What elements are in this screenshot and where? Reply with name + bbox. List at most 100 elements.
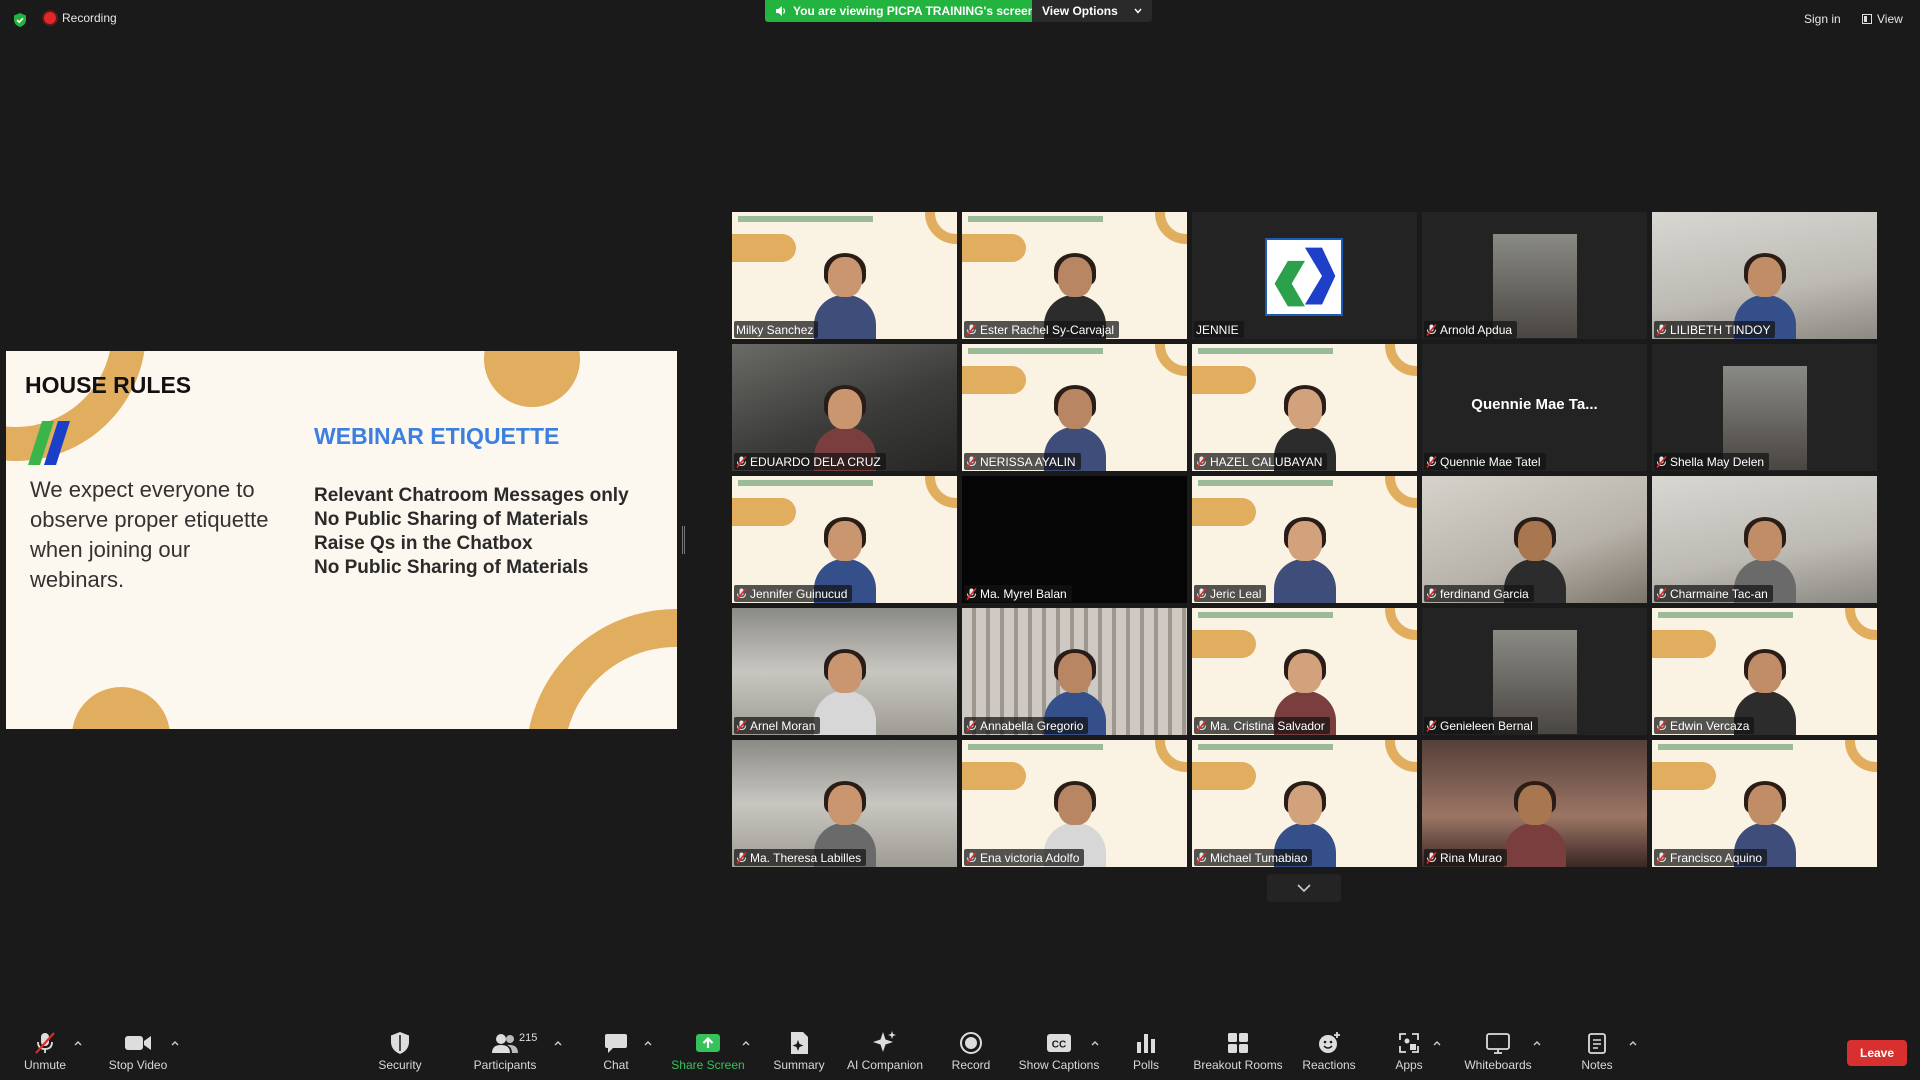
participant-tile[interactable]: Rina Murao xyxy=(1422,740,1647,867)
participant-tile[interactable]: Jennifer Guinucud xyxy=(732,476,957,603)
participant-tile[interactable]: Michael Tumabiao xyxy=(1192,740,1417,867)
view-layout-icon xyxy=(1862,14,1872,24)
participants-button[interactable]: 215 Participants xyxy=(460,1030,550,1072)
participant-tile[interactable]: EDUARDO DELA CRUZ xyxy=(732,344,957,471)
participant-video xyxy=(1273,517,1336,603)
participant-name: Edwin Vercaza xyxy=(1670,718,1750,733)
participant-tile[interactable]: Arnold Apdua xyxy=(1422,212,1647,339)
chat-caret-icon[interactable] xyxy=(643,1038,653,1048)
participant-tile[interactable]: Jeric Leal xyxy=(1192,476,1417,603)
speaker-icon xyxy=(776,6,786,16)
participant-name-tag: Ester Rachel Sy-Carvajal xyxy=(964,321,1120,338)
participant-name-tag: Annabella Gregorio xyxy=(964,717,1089,734)
reactions-smiley-icon xyxy=(1319,1032,1340,1053)
participant-tile[interactable]: Arnel Moran xyxy=(732,608,957,735)
captions-caret-icon[interactable] xyxy=(1090,1038,1100,1048)
record-button[interactable]: Record xyxy=(926,1030,1016,1072)
unmute-button[interactable]: Unmute xyxy=(0,1030,90,1072)
video-options-caret-icon[interactable] xyxy=(170,1038,180,1048)
share-screen-button[interactable]: Share Screen xyxy=(663,1030,753,1072)
participant-name-tag: EDUARDO DELA CRUZ xyxy=(734,453,886,470)
split-view-resize-handle[interactable] xyxy=(682,526,685,554)
leave-button[interactable]: Leave xyxy=(1847,1040,1907,1066)
participant-tile[interactable]: Ma. Myrel Balan xyxy=(962,476,1187,603)
participant-name-tag: Shella May Delen xyxy=(1654,453,1770,470)
apps-button[interactable]: Apps xyxy=(1364,1030,1454,1072)
whiteboards-caret-icon[interactable] xyxy=(1532,1038,1542,1048)
microphone-muted-icon xyxy=(1426,851,1437,864)
slide-rules-list: Relevant Chatroom Messages only No Publi… xyxy=(314,484,629,580)
chevron-down-icon xyxy=(1134,8,1142,14)
participant-name-tag: LILIBETH TINDOY xyxy=(1654,321,1776,338)
participant-tile[interactable]: LILIBETH TINDOY xyxy=(1652,212,1877,339)
rule-item: Relevant Chatroom Messages only xyxy=(314,485,629,506)
participant-tile[interactable]: Genieleen Bernal xyxy=(1422,608,1647,735)
participant-video xyxy=(813,253,876,339)
microphone-muted-icon xyxy=(1656,455,1667,468)
svg-text:CC: CC xyxy=(1052,1040,1066,1051)
participant-name-tag: Genieleen Bernal xyxy=(1424,717,1538,734)
participant-name: Genieleen Bernal xyxy=(1440,718,1533,733)
microphone-muted-icon xyxy=(736,587,747,600)
viewing-screen-banner: You are viewing PICPA TRAINING's screen xyxy=(765,0,1046,22)
participant-tile[interactable]: HAZEL CALUBAYAN xyxy=(1192,344,1417,471)
reactions-button[interactable]: Reactions xyxy=(1284,1030,1374,1072)
view-button[interactable]: View xyxy=(1862,12,1903,26)
participant-tile[interactable]: JENNIE xyxy=(1192,212,1417,339)
whiteboards-button[interactable]: Whiteboards xyxy=(1453,1030,1543,1072)
participant-name-tag: Quennie Mae Tatel xyxy=(1424,453,1546,470)
participant-tile[interactable]: Ma. Cristina Salvador xyxy=(1192,608,1417,735)
chevron-down-icon xyxy=(1297,883,1311,892)
participant-tile[interactable]: Francisco Aquino xyxy=(1652,740,1877,867)
tile-background xyxy=(962,476,1187,603)
apps-label: Apps xyxy=(1395,1058,1423,1072)
chat-button[interactable]: Chat xyxy=(571,1030,661,1072)
participant-tile[interactable]: Milky Sanchez xyxy=(732,212,957,339)
participant-name: LILIBETH TINDOY xyxy=(1670,322,1771,337)
polls-bar-chart-icon xyxy=(1137,1034,1155,1053)
rule-item: No Public Sharing of Materials xyxy=(314,509,589,530)
share-screen-caret-icon[interactable] xyxy=(741,1038,751,1048)
top-bar: Recording You are viewing PICPA TRAINING… xyxy=(0,0,1920,40)
polls-button[interactable]: Polls xyxy=(1101,1030,1191,1072)
notes-button[interactable]: Notes xyxy=(1552,1030,1642,1072)
audio-options-caret-icon[interactable] xyxy=(73,1038,83,1048)
participant-tile[interactable]: Ma. Theresa Labilles xyxy=(732,740,957,867)
notes-caret-icon[interactable] xyxy=(1628,1038,1638,1048)
participant-tile[interactable]: NERISSA AYALIN xyxy=(962,344,1187,471)
participant-name-tag: Jennifer Guinucud xyxy=(734,585,853,602)
participants-caret-icon[interactable] xyxy=(553,1038,563,1048)
security-button[interactable]: Security xyxy=(355,1030,445,1072)
participant-tile[interactable]: Edwin Vercaza xyxy=(1652,608,1877,735)
recording-indicator[interactable]: Recording xyxy=(44,11,117,25)
participant-name: Ma. Myrel Balan xyxy=(980,586,1067,601)
participant-tile[interactable]: ferdinand Garcia xyxy=(1422,476,1647,603)
show-captions-button[interactable]: CC Show Captions xyxy=(1014,1030,1104,1072)
participant-name: Milky Sanchez xyxy=(736,322,814,337)
participant-tile[interactable]: Quennie Mae Ta... Quennie Mae Tatel xyxy=(1422,344,1647,471)
participant-tile[interactable]: Ester Rachel Sy-Carvajal xyxy=(962,212,1187,339)
participant-tile[interactable]: Annabella Gregorio xyxy=(962,608,1187,735)
rule-item: No Public Sharing of Materials xyxy=(314,557,589,578)
breakout-rooms-label: Breakout Rooms xyxy=(1193,1058,1283,1072)
record-label: Record xyxy=(951,1058,991,1072)
encryption-shield-icon[interactable] xyxy=(12,12,28,28)
shared-screen-slide: HOUSE RULES We expect everyone to observ… xyxy=(6,351,677,729)
participant-name-tag: Edwin Vercaza xyxy=(1654,717,1755,734)
summary-button[interactable]: Summary xyxy=(754,1030,844,1072)
breakout-rooms-button[interactable]: Breakout Rooms xyxy=(1193,1030,1283,1072)
participant-name: JENNIE xyxy=(1196,322,1239,337)
apps-caret-icon[interactable] xyxy=(1432,1038,1442,1048)
stop-video-button[interactable]: Stop Video xyxy=(93,1030,183,1072)
shield-icon xyxy=(391,1032,409,1054)
view-options-button[interactable]: View Options xyxy=(1032,0,1152,22)
ai-companion-button[interactable]: AI Companion xyxy=(840,1030,930,1072)
participant-tile[interactable]: Shella May Delen xyxy=(1652,344,1877,471)
participant-tile[interactable]: Charmaine Tac-an xyxy=(1652,476,1877,603)
slide-decor-arc xyxy=(526,609,677,729)
sign-in-link[interactable]: Sign in xyxy=(1804,12,1841,26)
gallery-next-page-button[interactable] xyxy=(1267,874,1341,902)
participants-count: 215 xyxy=(519,1032,538,1044)
participant-tile[interactable]: Ena victoria Adolfo xyxy=(962,740,1187,867)
microphone-muted-icon xyxy=(35,1032,55,1054)
